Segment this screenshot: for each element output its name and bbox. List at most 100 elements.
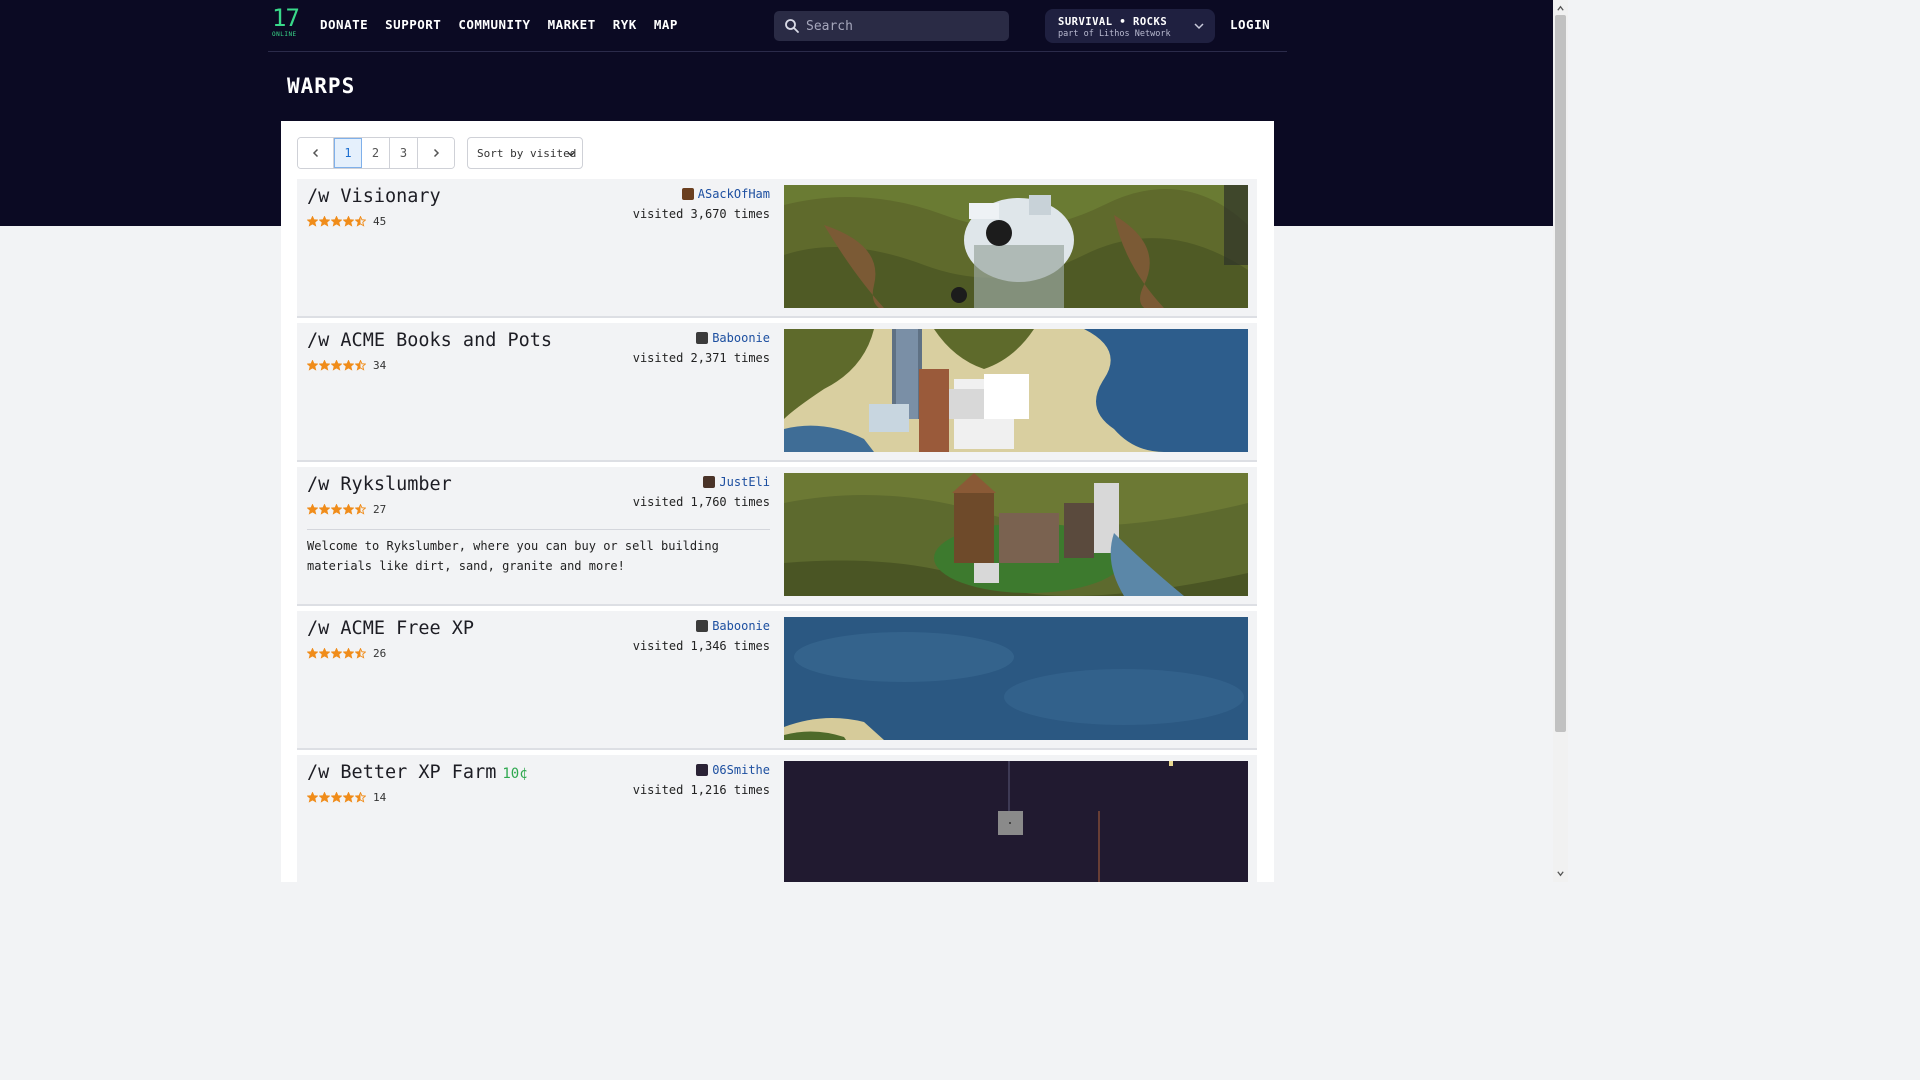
star-full-icon xyxy=(307,216,318,227)
avatar xyxy=(696,332,709,344)
chevron-down-icon xyxy=(1194,23,1204,30)
stars xyxy=(307,504,366,515)
page-3-button[interactable]: 3 xyxy=(390,138,418,168)
warp-owner[interactable]: 06Smithe xyxy=(696,763,770,777)
scrollbar-thumb[interactable] xyxy=(1555,15,1566,732)
nav-community[interactable]: COMMUNITY xyxy=(458,17,530,32)
warp-name-text: /w Visionary xyxy=(307,186,441,207)
star-half-icon xyxy=(355,216,366,227)
prev-page-button[interactable] xyxy=(298,138,334,168)
logo-subtext: ONLINE xyxy=(272,31,297,38)
star-full-icon xyxy=(343,504,354,515)
next-page-button[interactable] xyxy=(418,138,454,168)
star-full-icon xyxy=(343,216,354,227)
pagination: 1 2 3 xyxy=(297,137,455,169)
star-full-icon xyxy=(319,360,330,371)
star-half-icon xyxy=(355,648,366,659)
warp-owner[interactable]: Baboonie xyxy=(696,331,770,345)
rating-count: 34 xyxy=(373,359,387,372)
warp-name[interactable]: /w Rykslumber xyxy=(307,474,458,495)
warp-name[interactable]: /w ACME Free XP xyxy=(307,618,480,639)
owner-name: Baboonie xyxy=(712,331,770,345)
star-full-icon xyxy=(307,648,318,659)
warp-owner[interactable]: ASackOfHam xyxy=(681,187,770,201)
warp-name-text: /w ACME Books and Pots xyxy=(307,330,553,351)
star-rating: 34 xyxy=(307,359,386,372)
star-half-icon xyxy=(355,504,366,515)
star-rating: 45 xyxy=(307,215,386,228)
owner-name: Baboonie xyxy=(712,619,770,633)
star-full-icon xyxy=(331,504,342,515)
nav-donate[interactable]: DONATE xyxy=(320,17,368,32)
star-full-icon xyxy=(319,216,330,227)
warp-thumbnail[interactable] xyxy=(784,329,1248,452)
star-full-icon xyxy=(307,360,318,371)
stars xyxy=(307,360,366,371)
scroll-down-icon[interactable] xyxy=(1556,869,1565,878)
star-full-icon xyxy=(343,360,354,371)
nav-ryk[interactable]: RYK xyxy=(613,17,637,32)
nav-support[interactable]: SUPPORT xyxy=(385,17,441,32)
stars xyxy=(307,216,366,227)
star-full-icon xyxy=(319,648,330,659)
chevron-down-icon xyxy=(567,152,575,157)
warp-name[interactable]: /w ACME Books and Pots xyxy=(307,330,558,351)
site-logo[interactable]: 17 ONLINE xyxy=(272,6,306,44)
server-selector[interactable]: SURVIVAL • ROCKS part of Lithos Network xyxy=(1045,9,1215,43)
search-input[interactable] xyxy=(806,11,1001,41)
avatar xyxy=(696,620,709,632)
thumbnail-image xyxy=(784,761,1248,882)
warp-name-text: /w Better XP Farm xyxy=(307,762,497,783)
thumbnail-image xyxy=(784,617,1248,740)
warp-owner[interactable]: Baboonie xyxy=(696,619,770,633)
page-scrollbar[interactable] xyxy=(1553,0,1568,882)
avatar xyxy=(703,476,716,488)
sort-label: Sort by visited xyxy=(477,146,577,160)
thumbnail-image xyxy=(784,185,1248,308)
owner-name: ASackOfHam xyxy=(697,187,770,201)
warp-name[interactable]: /w Better XP Farm 10¢ xyxy=(307,762,528,783)
login-link[interactable]: LOGIN xyxy=(1230,17,1270,32)
server-name: SURVIVAL • ROCKS xyxy=(1058,16,1168,28)
sort-select[interactable]: Sort by visited xyxy=(467,137,583,169)
warp-card[interactable]: /w Visionary 45 ASackOfHam visited 3,670… xyxy=(297,179,1257,318)
server-subtitle: part of Lithos Network xyxy=(1058,29,1171,39)
warp-thumbnail[interactable] xyxy=(784,185,1248,308)
nav-map[interactable]: MAP xyxy=(654,17,678,32)
star-rating: 27 xyxy=(307,503,386,516)
star-rating: 14 xyxy=(307,791,386,804)
warp-name[interactable]: /w Visionary xyxy=(307,186,447,207)
page-2-button[interactable]: 2 xyxy=(362,138,390,168)
visit-count: visited 3,670 times xyxy=(632,207,770,221)
page-1-button[interactable]: 1 xyxy=(334,138,362,168)
scroll-up-icon[interactable] xyxy=(1556,4,1565,13)
warp-owner[interactable]: JustEli xyxy=(703,475,770,489)
search-box[interactable] xyxy=(774,11,1009,41)
thumbnail-image xyxy=(784,473,1248,596)
warp-card[interactable]: /w Better XP Farm 10¢ 14 06Smithe visited… xyxy=(297,755,1257,882)
avatar xyxy=(681,188,694,200)
warp-thumbnail[interactable] xyxy=(784,617,1248,740)
warp-thumbnail[interactable] xyxy=(784,473,1248,596)
star-full-icon xyxy=(343,648,354,659)
warp-card[interactable]: /w ACME Books and Pots 34 Baboonie visit… xyxy=(297,323,1257,462)
warp-name-text: /w ACME Free XP xyxy=(307,618,475,639)
warp-price: 10¢ xyxy=(502,766,528,782)
rating-count: 26 xyxy=(373,647,387,660)
main-menu: DONATE SUPPORT COMMUNITY MARKET RYK MAP xyxy=(320,17,678,32)
star-full-icon xyxy=(331,648,342,659)
star-full-icon xyxy=(319,504,330,515)
star-half-icon xyxy=(355,360,366,371)
warp-thumbnail[interactable] xyxy=(784,761,1248,882)
warp-card[interactable]: /w ACME Free XP 26 Baboonie visited 1,34… xyxy=(297,611,1257,750)
chevron-right-icon xyxy=(433,148,440,158)
top-navbar: 17 ONLINE DONATE SUPPORT COMMUNITY MARKE… xyxy=(268,0,1287,52)
star-rating: 26 xyxy=(307,647,386,660)
warp-card[interactable]: /w Rykslumber 27 JustEli visited 1,760 t… xyxy=(297,467,1257,606)
rating-count: 27 xyxy=(373,503,387,516)
rating-count: 14 xyxy=(373,791,387,804)
star-full-icon xyxy=(331,216,342,227)
divider xyxy=(307,529,770,530)
nav-market[interactable]: MARKET xyxy=(548,17,596,32)
visit-count: visited 1,760 times xyxy=(632,495,770,509)
